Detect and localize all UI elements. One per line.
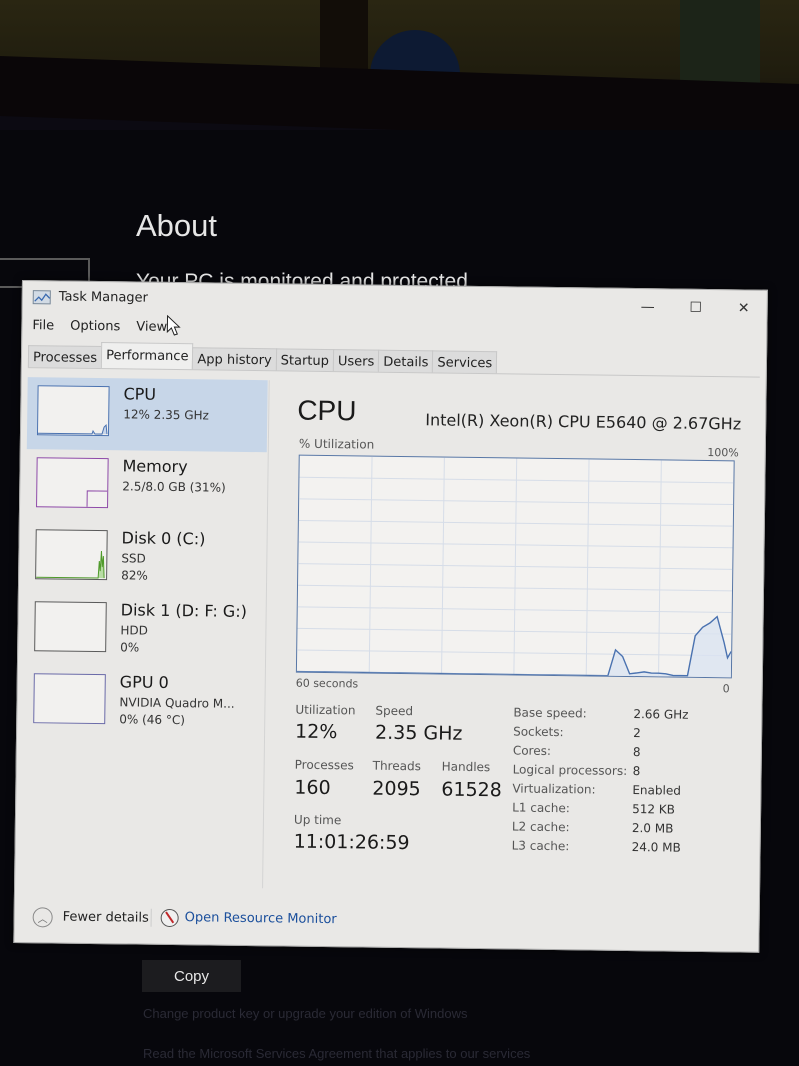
sidebar-item-cpu[interactable]: CPU 12% 2.35 GHz: [26, 377, 268, 453]
graph-max-label: 100%: [707, 445, 739, 460]
spec-value: 2.66 GHz: [633, 707, 689, 722]
tab-startup[interactable]: Startup: [275, 348, 335, 372]
sidebar-gpu0-usage: 0% (46 °C): [119, 712, 186, 728]
spec-value: 2.0 MB: [631, 821, 674, 836]
change-product-key-link[interactable]: Change product key or upgrade your editi…: [143, 1006, 467, 1021]
sidebar-memory-usage: 2.5/8.0 GB (31%): [122, 479, 226, 495]
threads-label: Threads: [372, 758, 421, 774]
copy-button[interactable]: Copy: [142, 960, 241, 992]
cpu-detail-panel: CPU Intel(R) Xeon(R) CPU E5640 @ 2.67GHz…: [285, 381, 742, 887]
footer-separator: [150, 908, 152, 927]
close-icon: ✕: [737, 300, 750, 317]
maximize-button[interactable]: ☐: [681, 298, 711, 318]
sidebar-memory-name: Memory: [122, 456, 188, 477]
chevron-up-icon[interactable]: ︿: [32, 907, 53, 928]
sidebar-disk0-name: Disk 0 (C:): [121, 528, 206, 549]
tab-performance[interactable]: Performance: [100, 342, 194, 370]
disk0-sparkline: [35, 529, 108, 581]
menu-bar: File Options View: [22, 315, 181, 339]
sidebar-gpu0-model: NVIDIA Quadro M...: [119, 695, 235, 711]
cpu-model-name: Intel(R) Xeon(R) CPU E5640 @ 2.67GHz: [425, 410, 742, 434]
speed-label: Speed: [375, 703, 414, 719]
uptime-label: Up time: [293, 812, 342, 828]
sidebar-item-memory[interactable]: Memory 2.5/8.0 GB (31%): [26, 449, 267, 524]
spec-key: L1 cache:: [512, 800, 570, 816]
uptime-value: 11:01:26:59: [293, 830, 410, 855]
spec-row: L3 cache: 24.0 MB: [511, 838, 751, 860]
speed-value: 2.35 GHz: [374, 721, 463, 745]
mouse-cursor-icon: [166, 314, 181, 336]
utilization-label: Utilization: [295, 702, 356, 718]
tab-app-history[interactable]: App history: [192, 347, 277, 371]
spec-key: L3 cache:: [511, 838, 570, 854]
spec-value: 512 KB: [632, 802, 676, 817]
disk1-sparkline: [34, 601, 107, 653]
spec-value: Enabled: [632, 783, 681, 798]
performance-sidebar: CPU 12% 2.35 GHz Memory 2.5/8.0 GB (31%)…: [21, 377, 268, 888]
spec-key: L2 cache:: [511, 819, 570, 835]
sidebar-disk0-type: SSD: [121, 551, 146, 566]
task-manager-icon: [32, 290, 51, 305]
close-button[interactable]: ✕: [729, 298, 759, 318]
sidebar-item-disk0[interactable]: Disk 0 (C:) SSD 82%: [25, 521, 266, 596]
services-agreement-link[interactable]: Read the Microsoft Services Agreement th…: [143, 1046, 530, 1061]
sidebar-item-disk1[interactable]: Disk 1 (D: F: G:) HDD 0%: [24, 593, 265, 668]
footer-bar: ︿ Fewer details Open Resource Monitor: [14, 897, 758, 947]
menu-options[interactable]: Options: [68, 316, 128, 339]
open-resource-monitor-link[interactable]: Open Resource Monitor: [185, 910, 337, 927]
spec-key: Sockets:: [513, 724, 564, 740]
spec-key: Virtualization:: [512, 781, 596, 797]
maximize-icon: ☐: [689, 299, 703, 316]
memory-sparkline: [36, 457, 109, 509]
processes-label: Processes: [294, 757, 354, 773]
sidebar-gpu0-name: GPU 0: [119, 672, 169, 692]
resource-monitor-icon[interactable]: [160, 908, 179, 928]
utilization-value: 12%: [294, 720, 338, 744]
sidebar-cpu-name: CPU: [123, 384, 157, 404]
tab-processes[interactable]: Processes: [27, 345, 103, 369]
cpu-sparkline: [36, 385, 110, 437]
graph-x-right-label: 0: [722, 682, 730, 696]
spec-value: 24.0 MB: [631, 840, 681, 855]
cpu-graph-svg: [296, 456, 734, 678]
cpu-utilization-graph: [295, 454, 735, 679]
minimize-icon: —: [640, 299, 655, 316]
sidebar-disk1-type: HDD: [120, 623, 149, 638]
fewer-details-button[interactable]: Fewer details: [63, 910, 149, 926]
processes-value: 160: [294, 776, 331, 800]
sidebar-cpu-usage: 12% 2.35 GHz: [123, 407, 209, 423]
sidebar-disk1-name: Disk 1 (D: F: G:): [120, 600, 248, 621]
task-manager-window: Task Manager — ☐ ✕ File Options View Pro…: [13, 280, 768, 953]
sidebar-disk1-usage: 0%: [120, 640, 140, 655]
spec-key: Cores:: [512, 743, 552, 758]
sidebar-disk0-usage: 82%: [121, 568, 148, 583]
spec-key: Logical processors:: [512, 762, 628, 778]
detail-title: CPU: [297, 394, 357, 427]
tab-details[interactable]: Details: [378, 349, 434, 373]
menu-file[interactable]: File: [30, 315, 62, 337]
window-title: Task Manager: [58, 289, 149, 306]
threads-value: 2095: [372, 777, 421, 801]
tab-services[interactable]: Services: [432, 350, 498, 374]
sidebar-item-gpu0[interactable]: GPU 0 NVIDIA Quadro M... 0% (46 °C): [23, 665, 264, 740]
tab-users[interactable]: Users: [332, 349, 380, 372]
graph-y-label: % Utilization: [298, 436, 375, 452]
spec-value: 8: [632, 764, 641, 779]
spec-key: Base speed:: [513, 705, 587, 721]
settings-page-title: About: [136, 208, 218, 243]
handles-label: Handles: [441, 759, 491, 775]
spec-value: 2: [633, 726, 641, 741]
spec-value: 8: [632, 745, 641, 760]
minimize-button[interactable]: —: [633, 297, 663, 317]
handles-value: 61528: [441, 778, 502, 802]
gpu0-sparkline: [33, 673, 106, 725]
graph-x-left-label: 60 seconds: [295, 676, 359, 691]
